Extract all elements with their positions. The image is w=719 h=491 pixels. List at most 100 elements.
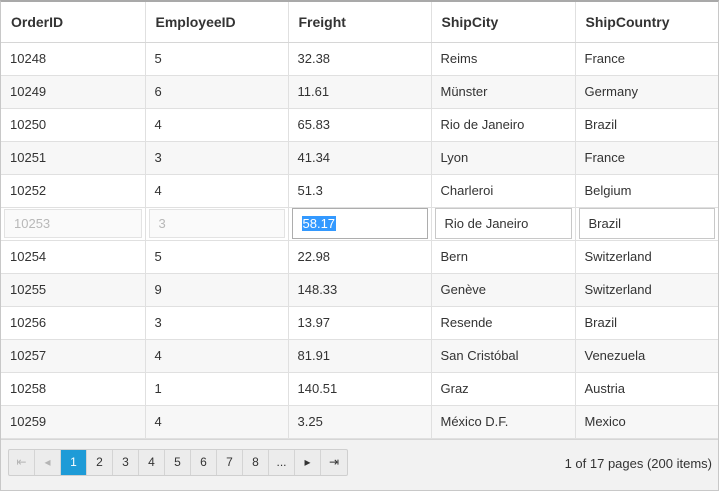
page-button-3[interactable]: 3	[113, 450, 139, 475]
cell-freight[interactable]: 81.91	[288, 339, 432, 373]
cell-shipcity[interactable]: Resende	[431, 306, 576, 340]
table-row[interactable]: 10259 4 3.25 México D.F. Mexico	[1, 405, 718, 439]
cell-employeeid[interactable]: 4	[145, 174, 289, 208]
cell-employeeid[interactable]: 5	[145, 42, 289, 76]
shipcountry-edit-input[interactable]: Brazil	[578, 208, 715, 239]
column-header-shipcountry[interactable]: ShipCountry	[575, 2, 718, 43]
column-header-orderid[interactable]: OrderID	[1, 2, 146, 43]
cell-shipcountry[interactable]: Austria	[575, 372, 718, 406]
cell-employeeid[interactable]: 4	[145, 339, 289, 373]
cell-employeeid[interactable]: 6	[145, 75, 289, 109]
cell-shipcountry: Brazil	[575, 207, 718, 241]
column-header-shipcity[interactable]: ShipCity	[431, 2, 576, 43]
freight-edit-input[interactable]: 58.17	[291, 208, 428, 239]
cell-freight[interactable]: 13.97	[288, 306, 432, 340]
cell-employeeid[interactable]: 4	[145, 405, 289, 439]
cell-freight[interactable]: 41.34	[288, 141, 432, 175]
page-button-6[interactable]: 6	[191, 450, 217, 475]
cell-shipcity[interactable]: Lyon	[431, 141, 576, 175]
cell-orderid[interactable]: 10251	[1, 141, 146, 175]
page-button-7[interactable]: 7	[217, 450, 243, 475]
cell-orderid[interactable]: 10254	[1, 240, 146, 274]
grid-body: 10248 5 32.38 Reims France 10249 6 11.61 Münster…	[1, 42, 718, 439]
cell-freight[interactable]: 51.3	[288, 174, 432, 208]
next-page-icon[interactable]: ▸	[295, 450, 321, 475]
cell-employeeid[interactable]: 5	[145, 240, 289, 274]
table-row[interactable]: 10256 3 13.97 Resende Brazil	[1, 306, 718, 340]
cell-shipcity[interactable]: Münster	[431, 75, 576, 109]
cell-orderid[interactable]: 10255	[1, 273, 146, 307]
pager-info: 1 of 17 pages (200 items)	[564, 456, 712, 471]
cell-orderid[interactable]: 10259	[1, 405, 146, 439]
readonly-orderid-field: 10253	[4, 209, 142, 238]
cell-shipcity[interactable]: Charleroi	[431, 174, 576, 208]
cell-employeeid[interactable]: 1	[145, 372, 289, 406]
cell-freight[interactable]: 140.51	[288, 372, 432, 406]
cell-shipcity[interactable]: San Cristóbal	[431, 339, 576, 373]
table-row[interactable]: 10252 4 51.3 Charleroi Belgium	[1, 174, 718, 208]
cell-freight[interactable]: 3.25	[288, 405, 432, 439]
previous-page-icon[interactable]: ◂	[35, 450, 61, 475]
page-button-2[interactable]: 2	[87, 450, 113, 475]
cell-shipcountry[interactable]: Mexico	[575, 405, 718, 439]
cell-shipcity[interactable]: Bern	[431, 240, 576, 274]
cell-shipcity[interactable]: Rio de Janeiro	[431, 108, 576, 142]
table-row[interactable]: 10251 3 41.34 Lyon France	[1, 141, 718, 175]
column-header-employeeid[interactable]: EmployeeID	[145, 2, 289, 43]
cell-orderid[interactable]: 10256	[1, 306, 146, 340]
pager: ⇤ ◂ 1 2 3 4 5 6 7 8 ... ▸ ⇥ 1 of 17 page…	[1, 439, 718, 490]
cell-freight[interactable]: 148.33	[288, 273, 432, 307]
page-button-8[interactable]: 8	[243, 450, 269, 475]
cell-orderid: 10253	[1, 207, 146, 241]
cell-freight[interactable]: 11.61	[288, 75, 432, 109]
header-row: OrderID EmployeeID Freight ShipCity Ship…	[1, 2, 718, 43]
cell-employeeid[interactable]: 9	[145, 273, 289, 307]
cell-shipcountry[interactable]: Switzerland	[575, 240, 718, 274]
page-button-1[interactable]: 1	[61, 450, 87, 475]
cell-shipcity[interactable]: Reims	[431, 42, 576, 76]
table-row[interactable]: 10249 6 11.61 Münster Germany	[1, 75, 718, 109]
first-page-icon[interactable]: ⇤	[9, 450, 35, 475]
cell-shipcountry[interactable]: Brazil	[575, 306, 718, 340]
cell-orderid[interactable]: 10248	[1, 42, 146, 76]
cell-freight[interactable]: 32.38	[288, 42, 432, 76]
cell-shipcountry[interactable]: Switzerland	[575, 273, 718, 307]
table-row[interactable]: 10258 1 140.51 Graz Austria	[1, 372, 718, 406]
cell-orderid[interactable]: 10252	[1, 174, 146, 208]
cell-shipcountry[interactable]: France	[575, 42, 718, 76]
table-row[interactable]: 10250 4 65.83 Rio de Janeiro Brazil	[1, 108, 718, 142]
data-grid: OrderID EmployeeID Freight ShipCity Ship…	[0, 0, 719, 491]
cell-shipcountry[interactable]: Brazil	[575, 108, 718, 142]
grid-table: OrderID EmployeeID Freight ShipCity Ship…	[1, 2, 718, 439]
table-row[interactable]: 10253 3 58.17 Rio de Janeiro Brazil	[1, 207, 718, 241]
cell-employeeid[interactable]: 3	[145, 306, 289, 340]
cell-orderid[interactable]: 10250	[1, 108, 146, 142]
shipcity-edit-input[interactable]: Rio de Janeiro	[434, 208, 572, 239]
table-row[interactable]: 10248 5 32.38 Reims France	[1, 42, 718, 76]
cell-shipcountry[interactable]: Venezuela	[575, 339, 718, 373]
page-button-5[interactable]: 5	[165, 450, 191, 475]
page-button-4[interactable]: 4	[139, 450, 165, 475]
cell-freight[interactable]: 65.83	[288, 108, 432, 142]
cell-orderid[interactable]: 10257	[1, 339, 146, 373]
cell-employeeid[interactable]: 3	[145, 141, 289, 175]
cell-shipcity[interactable]: México D.F.	[431, 405, 576, 439]
cell-shipcountry[interactable]: France	[575, 141, 718, 175]
readonly-employeeid-field: 3	[148, 209, 285, 238]
cell-employeeid[interactable]: 4	[145, 108, 289, 142]
cell-shipcity[interactable]: Graz	[431, 372, 576, 406]
last-page-icon[interactable]: ⇥	[321, 450, 347, 475]
cell-employeeid: 3	[145, 207, 289, 241]
cell-shipcity[interactable]: Genève	[431, 273, 576, 307]
cell-orderid[interactable]: 10258	[1, 372, 146, 406]
more-pages-button[interactable]: ...	[269, 450, 295, 475]
column-header-freight[interactable]: Freight	[288, 2, 432, 43]
table-row[interactable]: 10254 5 22.98 Bern Switzerland	[1, 240, 718, 274]
cell-orderid[interactable]: 10249	[1, 75, 146, 109]
table-row[interactable]: 10257 4 81.91 San Cristóbal Venezuela	[1, 339, 718, 373]
selected-text: 58.17	[301, 216, 337, 231]
table-row[interactable]: 10255 9 148.33 Genève Switzerland	[1, 273, 718, 307]
cell-shipcountry[interactable]: Germany	[575, 75, 718, 109]
cell-freight[interactable]: 22.98	[288, 240, 432, 274]
cell-shipcountry[interactable]: Belgium	[575, 174, 718, 208]
